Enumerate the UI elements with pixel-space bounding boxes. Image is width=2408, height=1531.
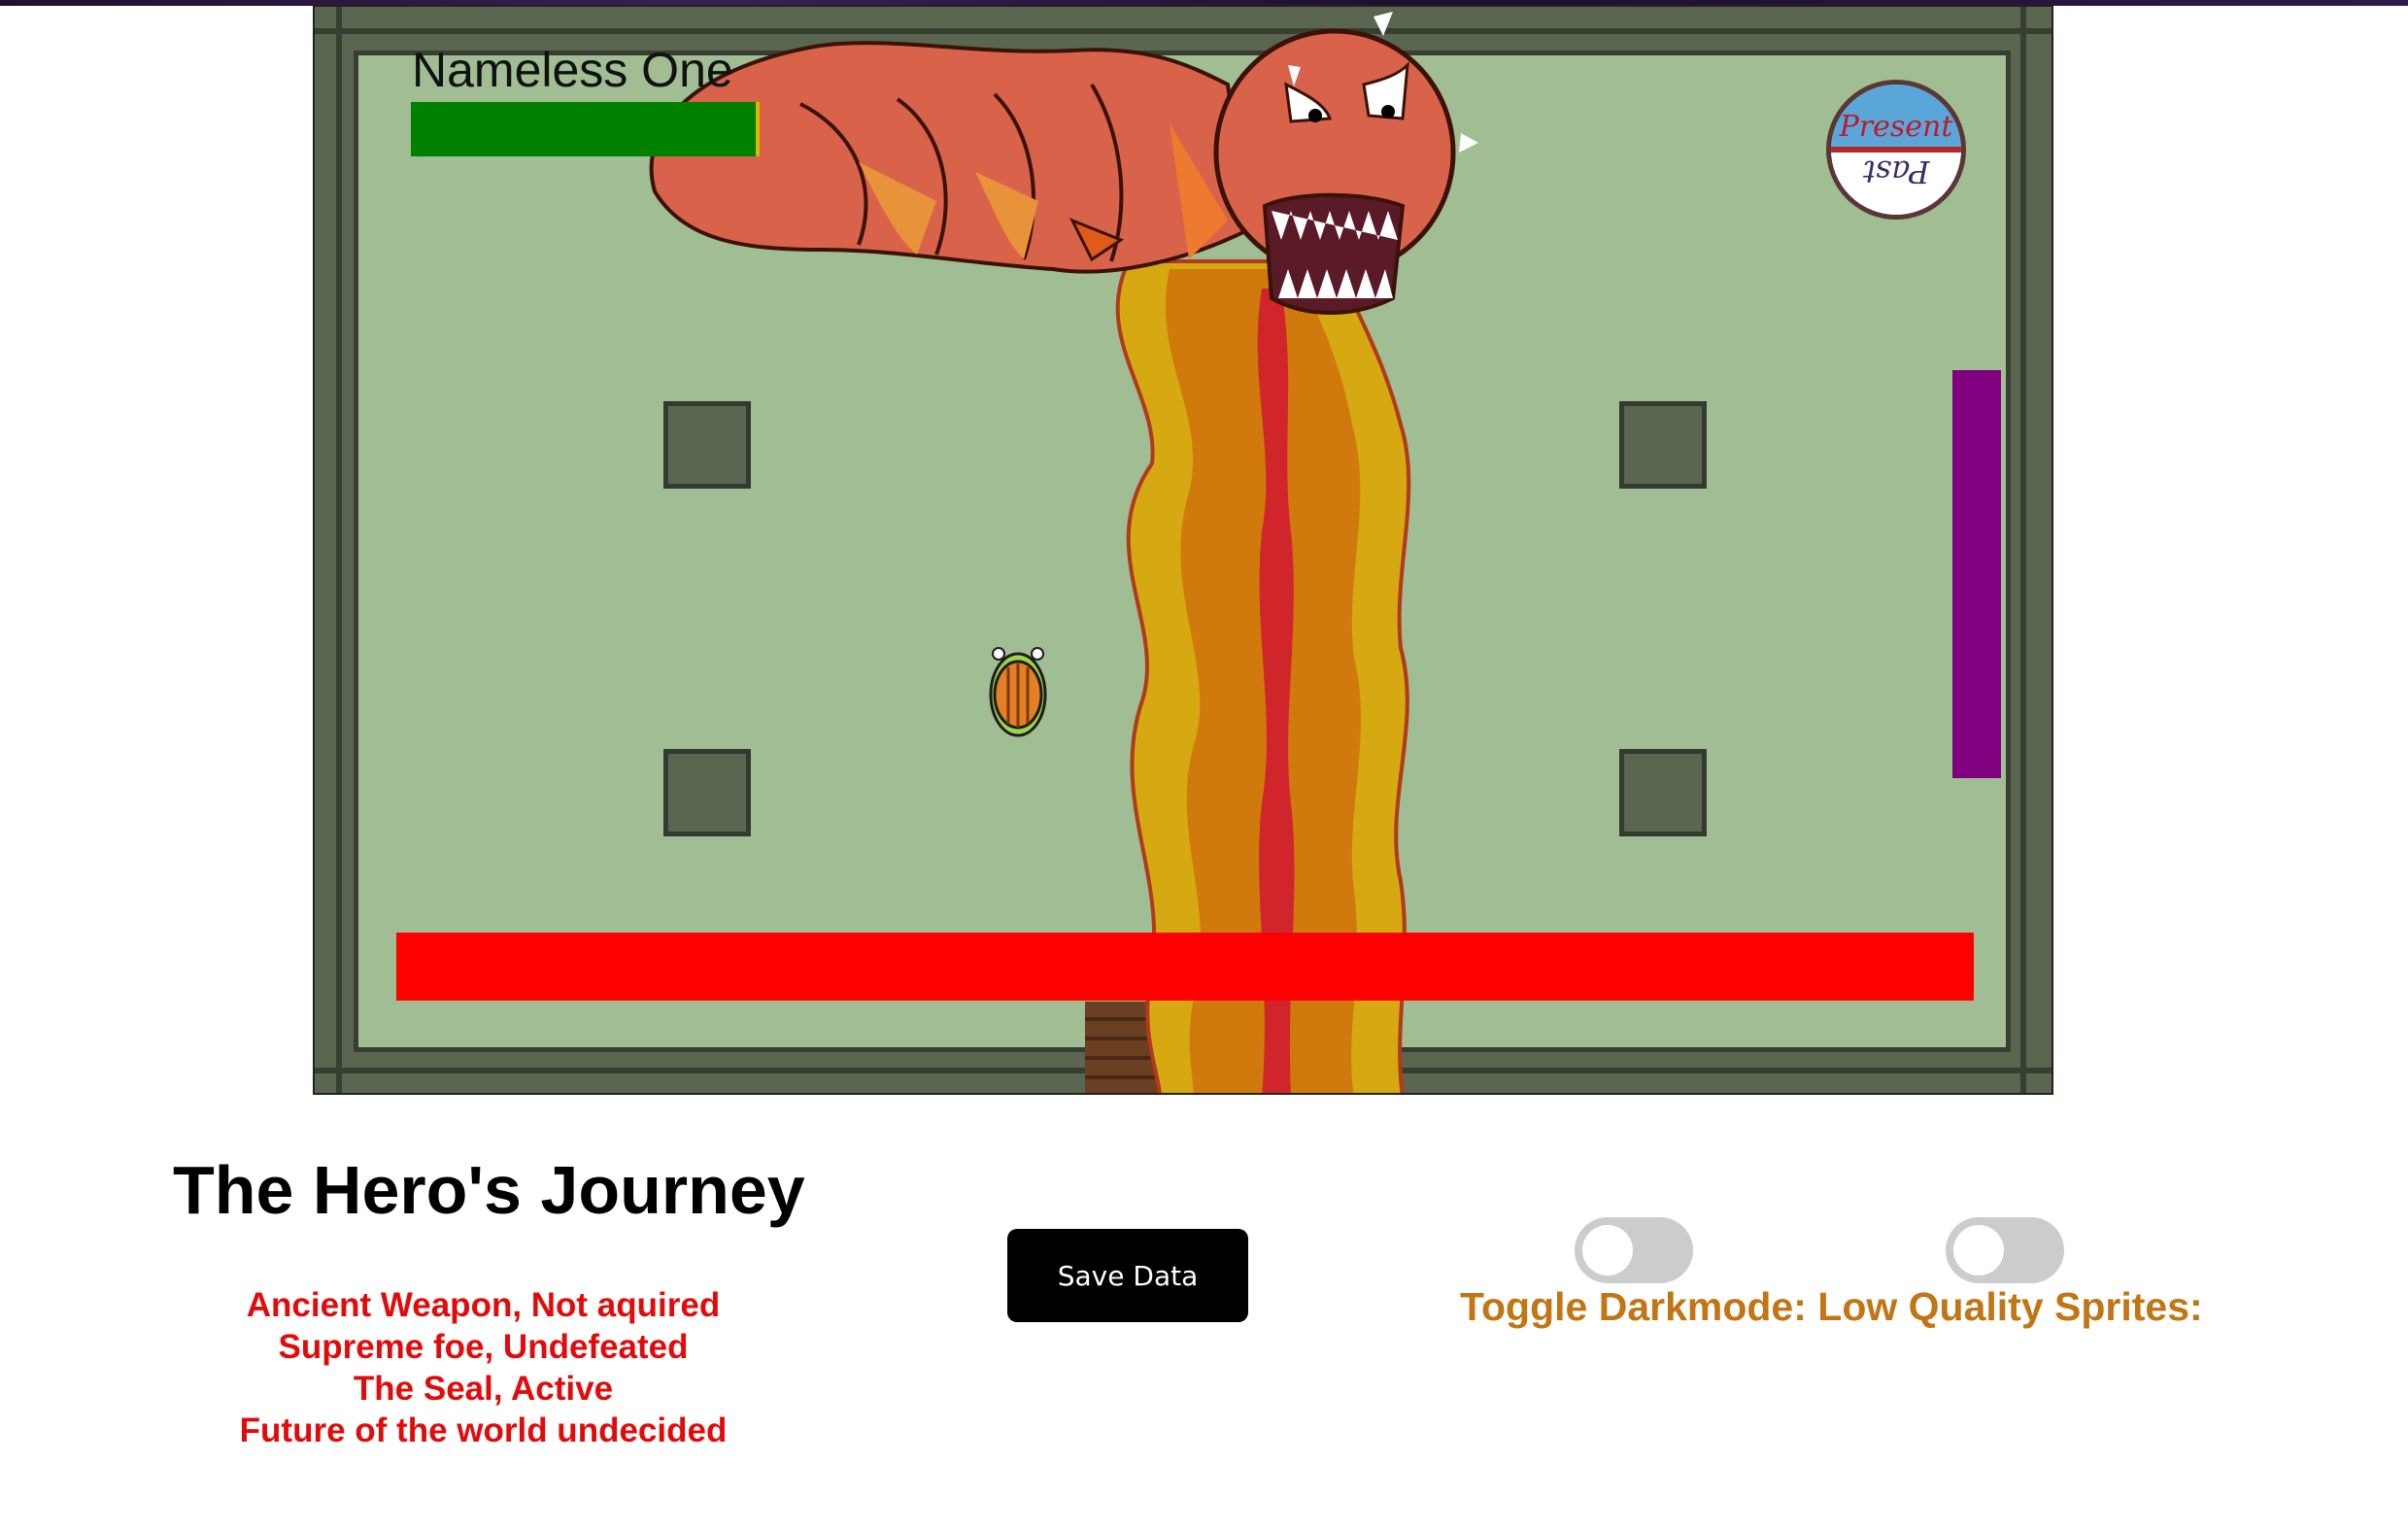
past-label: Past	[1862, 153, 1930, 190]
toggle-knob	[1582, 1225, 1633, 1276]
quest-status-list: Ancient Weapon, Not aquired Supreme foe,…	[165, 1284, 801, 1451]
present-label: Present	[1839, 110, 1953, 144]
darkmode-toggle[interactable]	[1575, 1217, 1693, 1283]
player-health-fill	[396, 933, 1974, 1001]
page-title: The Hero's Journey	[173, 1152, 805, 1228]
time-switch-badge[interactable]: Present Past	[1826, 80, 1966, 220]
badge-divider	[1831, 147, 1961, 153]
player-health-bar	[396, 933, 1974, 1001]
purple-side-gauge	[1952, 370, 2001, 778]
dragon-sprite	[649, 12, 1478, 315]
status-line: Supreme foe, Undefeated	[278, 1328, 689, 1366]
save-data-button[interactable]: Save Data	[1007, 1229, 1248, 1322]
status-line: Future of the world undecided	[239, 1412, 728, 1449]
present-half: Present	[1831, 85, 1961, 150]
past-half: Past	[1831, 150, 1961, 215]
toggle-labels: Toggle Darkmode: Low Quality Sprites:	[1460, 1284, 2203, 1329]
game-canvas[interactable]: Nameless One Present Past	[313, 5, 2053, 1095]
boss-health-fill	[411, 102, 757, 156]
toggle-knob	[1953, 1225, 2004, 1276]
boss-name: Nameless One	[412, 43, 733, 97]
turtle-hero-sprite	[989, 647, 1047, 737]
low-quality-sprites-toggle[interactable]	[1946, 1217, 2064, 1283]
boss-health-bar	[411, 102, 760, 156]
sprites-layer	[649, 12, 1478, 1093]
status-line: Ancient Weapon, Not aquired	[246, 1286, 721, 1324]
status-line: The Seal, Active	[353, 1370, 614, 1408]
